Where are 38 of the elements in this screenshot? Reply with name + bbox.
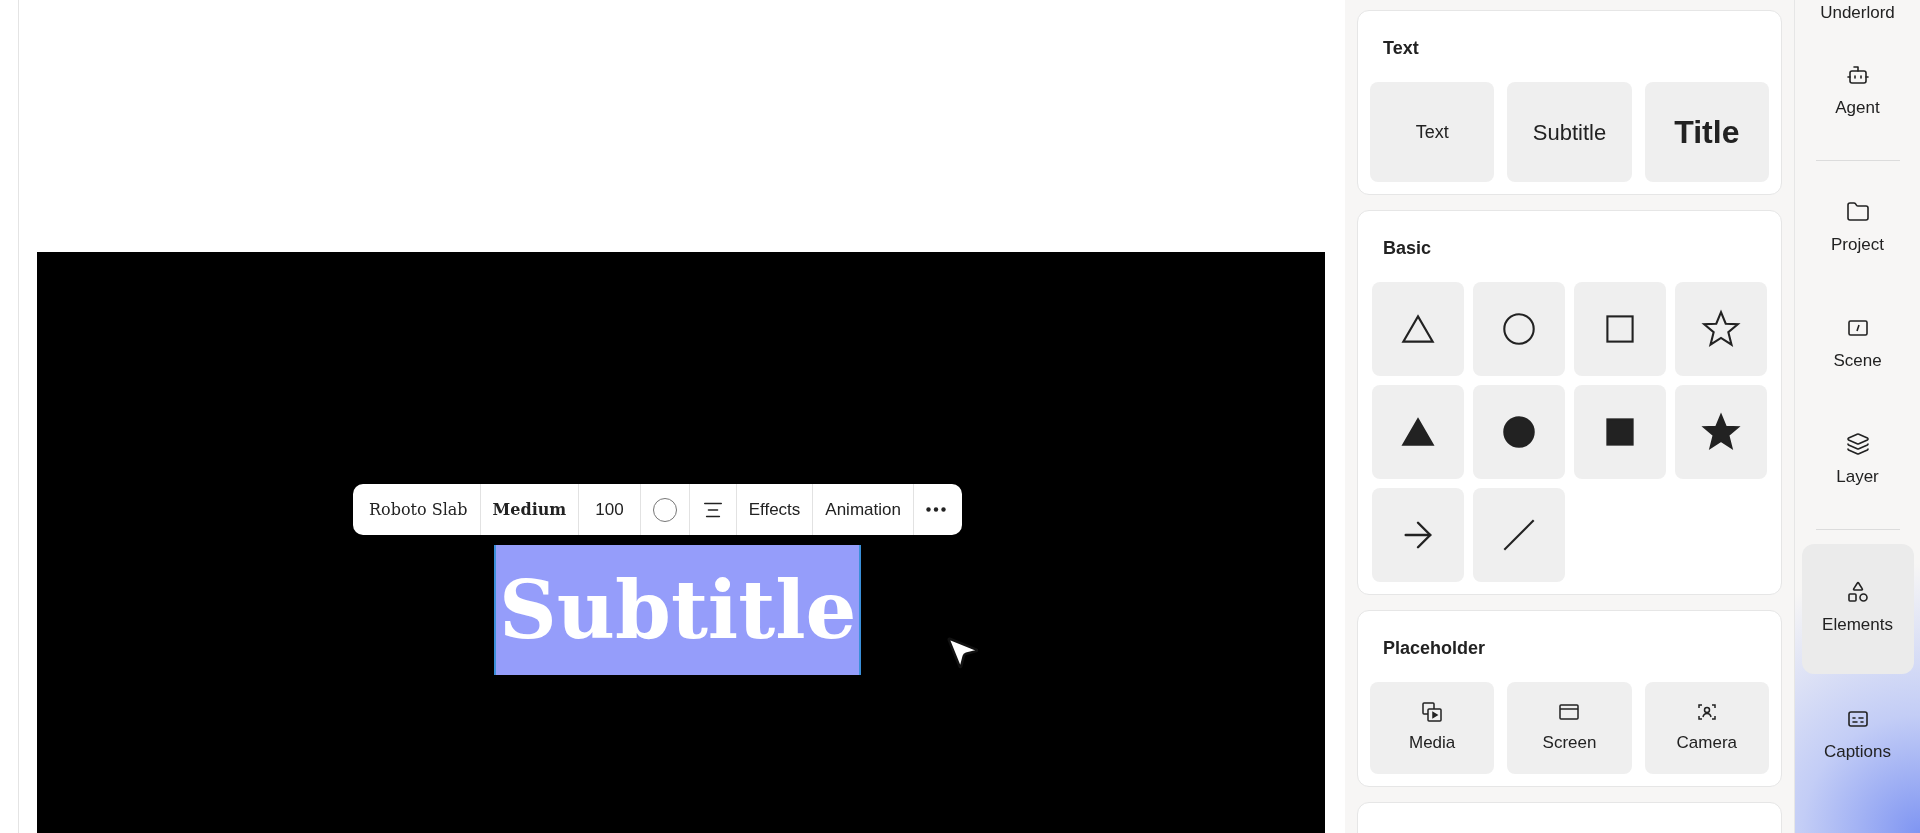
- font-weight-button[interactable]: Medium: [480, 484, 580, 535]
- shapes-icon: [1845, 580, 1870, 605]
- sidebar-item[interactable]: Elements: [1801, 544, 1914, 674]
- shape-tile[interactable]: [1473, 282, 1565, 376]
- shape-tile[interactable]: [1473, 385, 1565, 479]
- text-style-tile[interactable]: Subtitle: [1507, 82, 1632, 182]
- shape-tile[interactable]: [1372, 488, 1464, 582]
- text-style-tile[interactable]: Title: [1644, 82, 1769, 182]
- sidebar-item[interactable]: Underlord: [1801, 0, 1914, 34]
- font-family-button[interactable]: Roboto Slab: [357, 484, 481, 535]
- filled-star-icon: [1700, 411, 1742, 453]
- placeholder-tile[interactable]: Screen: [1507, 682, 1632, 774]
- toolbar-button[interactable]: Animation: [813, 484, 914, 535]
- shape-tile[interactable]: [1574, 282, 1666, 376]
- sidebar-item[interactable]: Layer: [1801, 403, 1914, 519]
- sidebar-item[interactable]: Scene: [1801, 287, 1914, 403]
- media-icon: [1420, 700, 1445, 725]
- sidebar-item[interactable]: Project: [1801, 171, 1914, 287]
- section-title: Placeholder: [1382, 637, 1487, 660]
- shape-tile[interactable]: [1372, 385, 1464, 479]
- shape-tile[interactable]: [1675, 282, 1767, 376]
- star-icon: [1700, 308, 1742, 350]
- sidebar-item[interactable]: Agent: [1801, 34, 1914, 150]
- shape-tile[interactable]: [1372, 282, 1464, 376]
- sidebar-item[interactable]: Captions: [1801, 678, 1914, 794]
- shape-tile[interactable]: [1473, 488, 1565, 582]
- more-icon: [925, 507, 946, 512]
- section-title: Basic: [1382, 237, 1433, 260]
- text-style-tile[interactable]: Text: [1370, 82, 1495, 182]
- placeholder-tile[interactable]: Camera: [1644, 682, 1769, 774]
- layers-icon: [1845, 432, 1870, 457]
- color-swatch-icon: [652, 497, 677, 522]
- font-size-button[interactable]: 100: [579, 484, 641, 535]
- shape-tile[interactable]: [1574, 385, 1666, 479]
- shape-tile[interactable]: [1675, 385, 1767, 479]
- toolbar-button[interactable]: Effects: [736, 484, 814, 535]
- section-title: Text: [1382, 37, 1420, 60]
- placeholder-tile[interactable]: Media: [1370, 682, 1495, 774]
